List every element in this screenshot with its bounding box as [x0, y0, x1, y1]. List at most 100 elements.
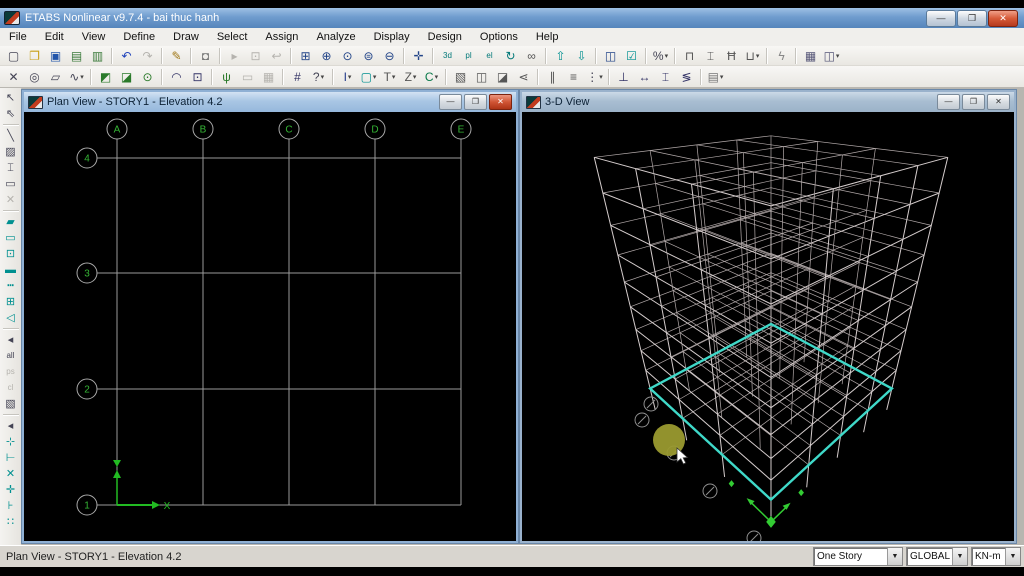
run-analysis-button[interactable]: ▸	[224, 46, 245, 65]
draw-wall-line-button[interactable]: ▬	[2, 262, 20, 278]
draw-rect-area-button[interactable]: ▭	[2, 230, 20, 246]
draw-area-button[interactable]: ▰	[2, 214, 20, 230]
select-ps-button[interactable]: ps	[2, 364, 20, 380]
draw-brace-button[interactable]: ✕	[2, 192, 20, 208]
plan-minimize-button[interactable]: —	[439, 94, 462, 110]
run-back-button[interactable]: ↩	[266, 46, 287, 65]
pause-button[interactable]: ∥	[542, 67, 563, 86]
draw-ref-point-button[interactable]: ⊙	[137, 67, 158, 86]
coord-system-dropdown[interactable]: GLOBAL▼	[906, 547, 968, 566]
delete-button[interactable]: ✕	[3, 67, 24, 86]
replicate-button[interactable]: ◎	[24, 67, 45, 86]
reshape-button[interactable]: ⇖	[2, 106, 20, 122]
plan-maximize-button[interactable]: ❐	[464, 94, 487, 110]
measure-area-button[interactable]: ⌶	[655, 67, 676, 86]
zoom-in-step-button[interactable]: ⊕	[316, 46, 337, 65]
draw-grid-button[interactable]: ◩	[95, 67, 116, 86]
snap-perpendicular-button[interactable]: ✛	[2, 482, 20, 498]
minimize-button[interactable]: —	[926, 10, 956, 27]
object-info-button[interactable]: ?▾	[308, 67, 329, 86]
show-loads-button[interactable]: ϟ	[771, 46, 792, 65]
edit-model-button[interactable]: ✎	[166, 46, 187, 65]
select-pointer-button[interactable]: ↖	[2, 90, 20, 106]
view3d-close-button[interactable]: ✕	[987, 94, 1010, 110]
draw-joint-button[interactable]: ╲	[2, 128, 20, 144]
angle-tool-button[interactable]: ⋖	[513, 67, 534, 86]
view-elevation-button[interactable]: el	[479, 46, 500, 65]
perspective-toggle-button[interactable]: ∞	[521, 46, 542, 65]
units-dropdown[interactable]: KN-m▼	[971, 547, 1021, 566]
menu-item-analyze[interactable]: Analyze	[307, 29, 364, 45]
snap-lines-button[interactable]: ⊦	[2, 498, 20, 514]
window-views-button[interactable]: ◫	[600, 46, 621, 65]
snap-small-button[interactable]: ◂	[2, 418, 20, 434]
select-all-button[interactable]: all	[2, 348, 20, 364]
mirror-button[interactable]: ▱	[45, 67, 66, 86]
measure-length-button[interactable]: ↔	[634, 67, 655, 86]
lines-button[interactable]: ≡	[563, 67, 584, 86]
draw-secondary-beam-button[interactable]: ▭	[2, 176, 20, 192]
draw-windows-button[interactable]: ⊞	[2, 294, 20, 310]
measure-elev-button[interactable]: ⊥	[613, 67, 634, 86]
view3d-minimize-button[interactable]: —	[937, 94, 960, 110]
menu-item-draw[interactable]: Draw	[164, 29, 208, 45]
frame-more-button[interactable]: ⊔▾	[742, 46, 763, 65]
draw-quick-frame-button[interactable]: ⌶	[2, 160, 20, 176]
building-view-button[interactable]: ▤▾	[705, 67, 726, 86]
chevron-down-icon[interactable]: ▼	[1005, 548, 1020, 565]
object-shrink-toggle-button[interactable]: ☑	[621, 46, 642, 65]
prev-selection-button[interactable]: ◂	[2, 332, 20, 348]
menu-item-help[interactable]: Help	[527, 29, 568, 45]
undo-button[interactable]: ↶	[116, 46, 137, 65]
menu-item-assign[interactable]: Assign	[256, 29, 307, 45]
select-box-button[interactable]: ⊡	[187, 67, 208, 86]
snap-joints-button[interactable]: ⊹	[2, 434, 20, 450]
assign-display-b-button[interactable]: ◫▾	[821, 46, 842, 65]
draw-dimension-button[interactable]: #	[287, 67, 308, 86]
draw-arc-button[interactable]: ◠	[166, 67, 187, 86]
load-combo-button[interactable]: C▾	[421, 67, 442, 86]
chevron-down-icon[interactable]: ▼	[887, 548, 902, 565]
draw-point-area-button[interactable]: ⊡	[2, 246, 20, 262]
edit-grid-button[interactable]: ◪	[116, 67, 137, 86]
frame-end-offset-button[interactable]: ⌶	[700, 46, 721, 65]
menu-item-design[interactable]: Design	[419, 29, 471, 45]
plan-view-canvas[interactable]: ABCDE4321X	[24, 112, 516, 541]
menu-item-define[interactable]: Define	[114, 29, 164, 45]
new-model-button[interactable]: ▢	[3, 46, 24, 65]
pan-button[interactable]: ✛	[408, 46, 429, 65]
assign-display-a-button[interactable]: ▦	[800, 46, 821, 65]
menu-item-select[interactable]: Select	[208, 29, 257, 45]
snap-midpoints-button[interactable]: ⊢	[2, 450, 20, 466]
draw-wall-button[interactable]: ψ	[216, 67, 237, 86]
view3d-maximize-button[interactable]: ❐	[962, 94, 985, 110]
draw-wall-dash-button[interactable]: ┅	[2, 278, 20, 294]
joint-options-button[interactable]: ⋮▾	[584, 67, 605, 86]
lock-model-button[interactable]: ◘	[195, 46, 216, 65]
view-3d-button[interactable]: 3d	[437, 46, 458, 65]
run-step-button[interactable]: ⊡	[245, 46, 266, 65]
close-button[interactable]: ✕	[988, 10, 1018, 27]
measure-angle-button[interactable]: ≶	[676, 67, 697, 86]
paint-button[interactable]: ▧	[450, 67, 471, 86]
zoom-previous-button[interactable]: ⊜	[358, 46, 379, 65]
view-3d-titlebar[interactable]: 3-D View — ❐ ✕	[522, 92, 1014, 112]
draw-window-button[interactable]: ▭	[237, 67, 258, 86]
plan-view-titlebar[interactable]: Plan View - STORY1 - Elevation 4.2 — ❐ ✕	[24, 92, 516, 112]
load-case-button[interactable]: Z▾	[400, 67, 421, 86]
extrude-button[interactable]: ∿▾	[66, 67, 87, 86]
frame-top-offset-button[interactable]: ⊓	[679, 46, 700, 65]
menu-item-edit[interactable]: Edit	[36, 29, 73, 45]
shade-button[interactable]: ◪	[492, 67, 513, 86]
zoom-full-button[interactable]: ⊙	[337, 46, 358, 65]
grid-options-button[interactable]: ◫	[471, 67, 492, 86]
view-plan-button[interactable]: pl	[458, 46, 479, 65]
draw-frame-button[interactable]: ▨	[2, 144, 20, 160]
save-model-button[interactable]: ▣	[45, 46, 66, 65]
draw-poly-button[interactable]: ◁	[2, 310, 20, 326]
view-3d-canvas[interactable]	[522, 112, 1014, 541]
snap-intersections-button[interactable]: ✕	[2, 466, 20, 482]
print-button[interactable]: ▤	[66, 46, 87, 65]
menu-item-display[interactable]: Display	[365, 29, 419, 45]
menu-item-view[interactable]: View	[73, 29, 115, 45]
